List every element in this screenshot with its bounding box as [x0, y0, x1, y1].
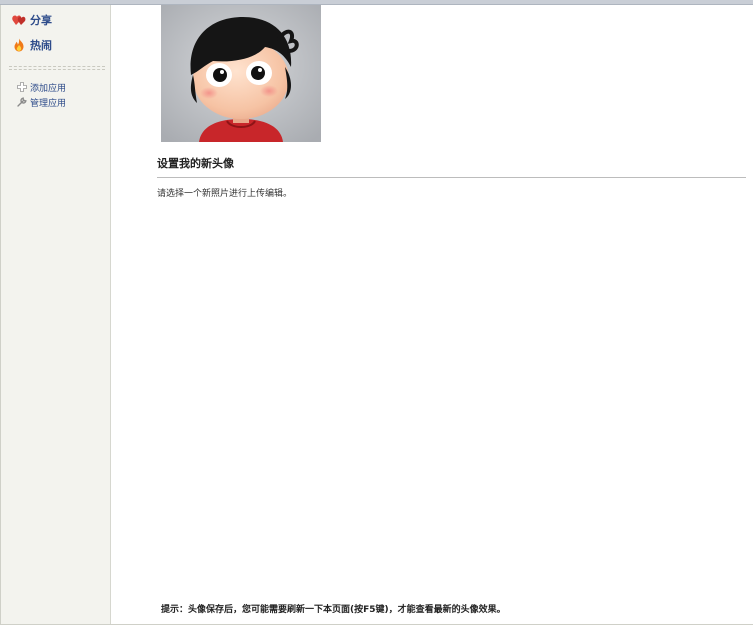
top-bar	[0, 0, 753, 5]
flame-icon	[12, 38, 26, 52]
wrench-icon	[17, 97, 27, 107]
hearts-icon	[12, 13, 26, 27]
bottom-border	[0, 624, 753, 625]
plus-icon	[17, 82, 27, 92]
add-app-link[interactable]: 添加应用	[17, 81, 67, 94]
sidebar-item-share[interactable]: 分享	[12, 12, 52, 28]
avatar	[161, 5, 321, 142]
sidebar: 分享 热闹 添加应用 管理应用	[0, 5, 111, 625]
manage-app-label: 管理应用	[30, 98, 67, 109]
sidebar-item-label: 分享	[30, 14, 52, 27]
tip-text: 提示：头像保存后，您可能需要刷新一下本页面(按F5键)，才能查看最新的头像效果。	[161, 605, 506, 615]
page-title: 设置我的新头像	[157, 157, 234, 170]
manage-app-link[interactable]: 管理应用	[17, 96, 67, 109]
title-divider	[157, 177, 746, 178]
sidebar-item-label: 热闹	[30, 39, 52, 52]
sidebar-item-hot[interactable]: 热闹	[12, 37, 52, 53]
instruction-text: 请选择一个新照片进行上传编辑。	[157, 189, 293, 199]
sidebar-divider	[9, 66, 105, 70]
add-app-label: 添加应用	[30, 83, 67, 94]
